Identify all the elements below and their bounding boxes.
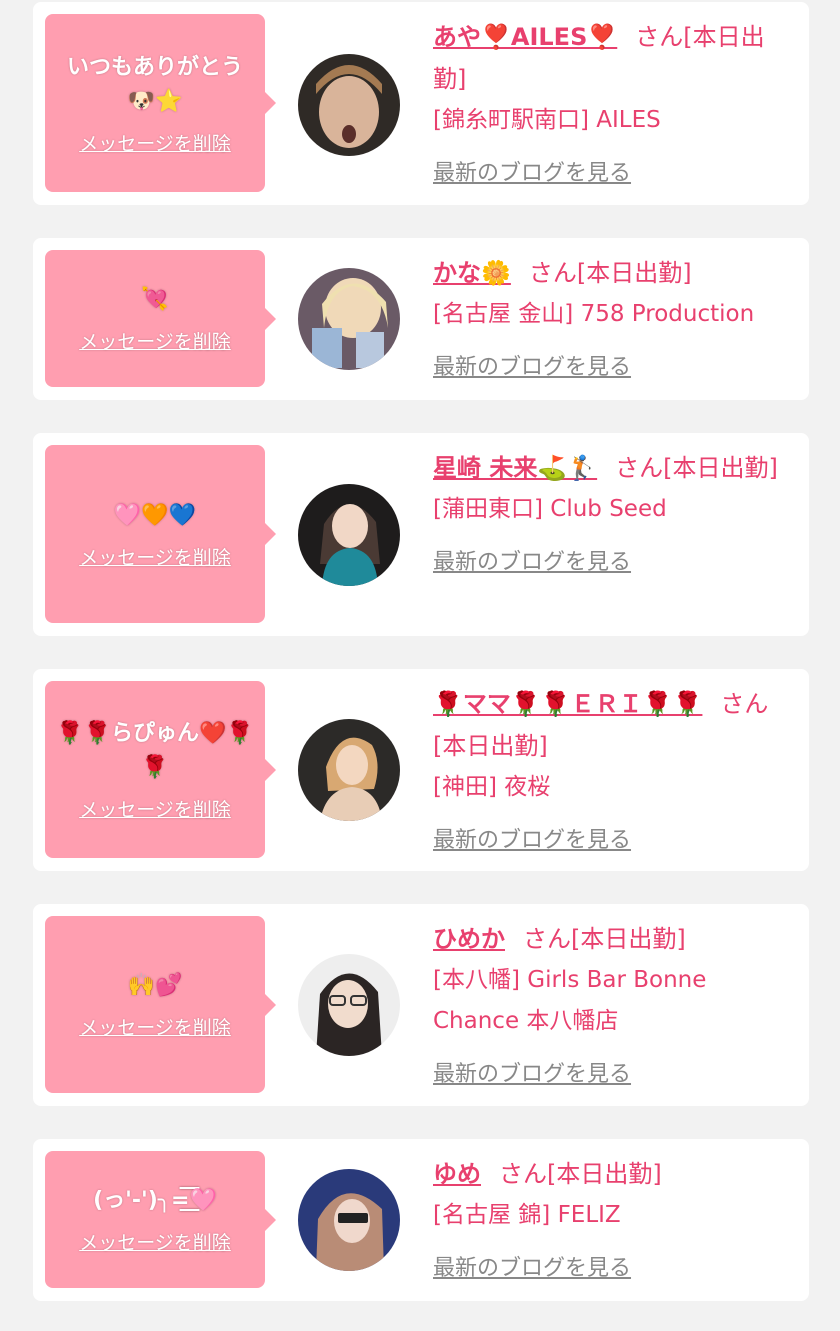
message-bubble: いつもありがとう🐶⭐ メッセージを削除 (45, 14, 276, 192)
delete-message-link[interactable]: メッセージを削除 (79, 1013, 231, 1040)
latest-blog-link[interactable]: 最新のブログを見る (433, 544, 631, 576)
name-line: ひめか さん[本日出勤] (433, 918, 793, 960)
name-line: 星崎 未来⛳🏌️ さん[本日出勤] (433, 447, 793, 489)
shop-name: [名古屋 錦] FELIZ (433, 1202, 621, 1228)
message-text: 🌹🌹らぴゅん❤️🌹🌹 (56, 721, 254, 780)
message-bubble: 🩷🧡💙 メッセージを削除 (45, 445, 276, 623)
cast-info: あや❣️AILES❣️ さん[本日出勤] [錦糸町駅南口] AILES 最新のブロ… (433, 16, 793, 187)
latest-blog-link[interactable]: 最新のブログを見る (433, 349, 631, 381)
message-bubble: (っ'-')╮=͟͟͞͞🩷 メッセージを削除 (45, 1151, 276, 1288)
avatar[interactable] (298, 54, 400, 156)
delete-message-link[interactable]: メッセージを削除 (79, 129, 231, 156)
shop-name: [名古屋 金山] 758 Production (433, 301, 755, 327)
cast-info: 🌹ママ🌹🌹ＥＲＩ🌹🌹 さん[本日出勤] [神田] 夜桜 最新のブログを見る (433, 683, 793, 854)
status-suffix: さん[本日出勤] (499, 1160, 662, 1188)
message-text: いつもありがとう🐶⭐ (66, 54, 243, 114)
message-text: 💘 (141, 287, 169, 312)
latest-blog-link[interactable]: 最新のブログを見る (433, 822, 631, 854)
favorite-cast-list: いつもありがとう🐶⭐ メッセージを削除 あや❣️AILES❣️ さん[本日出勤] … (0, 0, 840, 1331)
cast-name-link[interactable]: ゆめ (433, 1160, 481, 1188)
cast-card: (っ'-')╮=͟͟͞͞🩷 メッセージを削除 ゆめ さん[本日出勤] [名古屋 錦… (33, 1139, 809, 1301)
cast-card: 🌹🌹らぴゅん❤️🌹🌹 メッセージを削除 🌹ママ🌹🌹ＥＲＩ🌹🌹 さん[本日出勤] [… (33, 669, 809, 871)
avatar[interactable] (298, 268, 400, 370)
message-bubble: 🌹🌹らぴゅん❤️🌹🌹 メッセージを削除 (45, 681, 276, 858)
cast-info: ひめか さん[本日出勤] [本八幡] Girls Bar Bonne Chance… (433, 918, 793, 1088)
delete-message-link[interactable]: メッセージを削除 (79, 1228, 231, 1255)
message-bubble: 🙌💕 メッセージを削除 (45, 916, 276, 1093)
message-bubble: 💘 メッセージを削除 (45, 250, 276, 387)
cast-card: いつもありがとう🐶⭐ メッセージを削除 あや❣️AILES❣️ さん[本日出勤] … (33, 2, 809, 205)
avatar[interactable] (298, 954, 400, 1056)
message-text: (っ'-')╮=͟͟͞͞🩷 (93, 1188, 217, 1213)
status-suffix: さん[本日出勤] (528, 259, 692, 287)
status-suffix: さん[本日出勤] (615, 454, 778, 482)
delete-message-link[interactable]: メッセージを削除 (79, 795, 231, 822)
message-text: 🩷🧡💙 (113, 502, 197, 528)
latest-blog-link[interactable]: 最新のブログを見る (433, 1250, 631, 1282)
delete-message-link[interactable]: メッセージを削除 (79, 543, 231, 570)
cast-info: かな🌼 さん[本日出勤] [名古屋 金山] 758 Production 最新のブ… (433, 252, 793, 381)
cast-card: 🩷🧡💙 メッセージを削除 星崎 未来⛳🏌️ さん[本日出勤] [蒲田東口] Clu… (33, 433, 809, 636)
cast-info: ゆめ さん[本日出勤] [名古屋 錦] FELIZ 最新のブログを見る (433, 1153, 793, 1282)
avatar[interactable] (298, 1169, 400, 1271)
latest-blog-link[interactable]: 最新のブログを見る (433, 1056, 631, 1088)
latest-blog-link[interactable]: 最新のブログを見る (433, 155, 631, 187)
name-line: ゆめ さん[本日出勤] (433, 1153, 793, 1195)
shop-name: [本八幡] Girls Bar Bonne Chance 本八幡店 (433, 967, 707, 1034)
cast-name-link[interactable]: 星崎 未来⛳🏌️ (433, 454, 597, 482)
cast-name-link[interactable]: ひめか (433, 925, 505, 953)
name-line: かな🌼 さん[本日出勤] (433, 252, 793, 294)
avatar[interactable] (298, 719, 400, 821)
cast-card: 💘 メッセージを削除 かな🌼 さん[本日出勤] [名古屋 金山] 758 Prod… (33, 238, 809, 400)
cast-name-link[interactable]: かな🌼 (433, 259, 511, 287)
cast-name-link[interactable]: 🌹ママ🌹🌹ＥＲＩ🌹🌹 (433, 690, 702, 718)
name-line: 🌹ママ🌹🌹ＥＲＩ🌹🌹 さん[本日出勤] (433, 683, 793, 767)
cast-info: 星崎 未来⛳🏌️ さん[本日出勤] [蒲田東口] Club Seed 最新のブログ… (433, 447, 793, 576)
shop-name: [神田] 夜桜 (433, 774, 551, 800)
name-line: あや❣️AILES❣️ さん[本日出勤] (433, 16, 793, 100)
cast-card: 🙌💕 メッセージを削除 ひめか さん[本日出勤] [本八幡] Girls Bar … (33, 904, 809, 1106)
delete-message-link[interactable]: メッセージを削除 (79, 327, 231, 354)
cast-name-link[interactable]: あや❣️AILES❣️ (433, 23, 617, 51)
avatar[interactable] (298, 484, 400, 586)
status-suffix: さん[本日出勤] (523, 925, 686, 953)
shop-name: [蒲田東口] Club Seed (433, 496, 667, 522)
message-text: 🙌💕 (127, 973, 183, 998)
shop-name: [錦糸町駅南口] AILES (433, 107, 661, 133)
